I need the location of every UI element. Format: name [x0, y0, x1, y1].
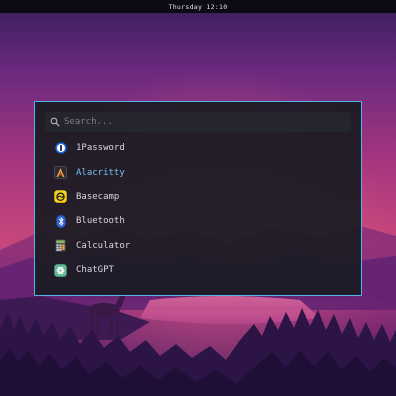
list-item-label: 1Password: [76, 143, 125, 154]
chatgpt-icon: [54, 263, 67, 277]
list-item-label: Calculator: [76, 240, 131, 251]
list-item-bluetooth[interactable]: Bluetooth: [35, 209, 361, 233]
top-bar: Thursday 12:10: [0, 0, 396, 13]
list-item-label: ChatGPT: [76, 265, 114, 276]
search-bar: [45, 112, 351, 132]
list-item-label: Alacritty: [76, 167, 125, 178]
list-item-1password[interactable]: 1Password: [35, 136, 361, 160]
1password-icon: [54, 142, 67, 155]
calculator-icon: [54, 239, 67, 252]
list-item-chatgpt[interactable]: ChatGPT: [35, 258, 361, 282]
app-launcher: 1Password Alacritty Basecamp: [34, 101, 362, 296]
list-item-calculator[interactable]: Calculator: [35, 234, 361, 258]
search-icon: [50, 117, 60, 127]
list-item-basecamp[interactable]: Basecamp: [35, 185, 361, 209]
app-list: 1Password Alacritty Basecamp Bluetooth C…: [35, 136, 361, 282]
list-item-label: Bluetooth: [76, 216, 125, 227]
list-item-alacritty[interactable]: Alacritty: [35, 160, 361, 184]
clock[interactable]: Thursday 12:10: [169, 3, 228, 11]
alacritty-icon: [54, 166, 67, 179]
list-item-label: Basecamp: [76, 191, 120, 202]
bluetooth-icon: [54, 215, 67, 228]
basecamp-icon: [54, 190, 67, 204]
search-input[interactable]: [64, 113, 344, 131]
